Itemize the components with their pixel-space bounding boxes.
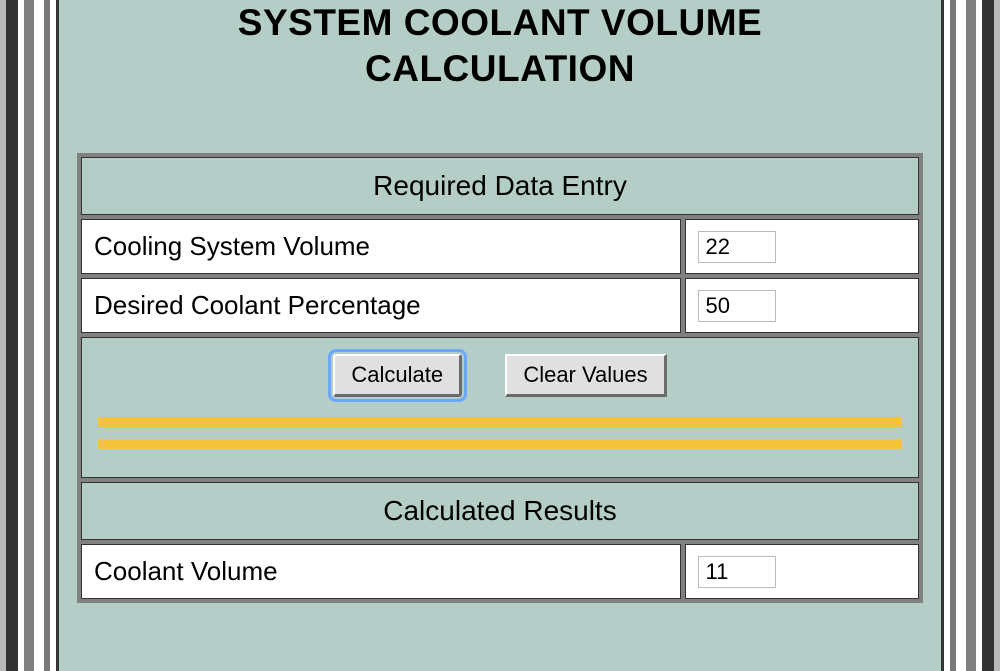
section-header-results: Calculated Results xyxy=(81,482,919,540)
title-line-1: SYSTEM COOLANT VOLUME xyxy=(238,2,762,43)
input-desired-coolant-percentage[interactable] xyxy=(698,290,776,322)
title-line-2: CALCULATION xyxy=(365,48,635,89)
label-cooling-system-volume: Cooling System Volume xyxy=(81,219,681,274)
data-entry-table: Required Data Entry Cooling System Volum… xyxy=(77,153,923,603)
clear-values-button[interactable]: Clear Values xyxy=(505,354,666,397)
calculator-panel: SYSTEM COOLANT VOLUME CALCULATION Requir… xyxy=(56,0,944,671)
output-coolant-volume[interactable] xyxy=(698,556,776,588)
row-coolant-volume: Coolant Volume xyxy=(81,544,919,599)
row-cooling-system-volume: Cooling System Volume xyxy=(81,219,919,274)
row-desired-coolant-percentage: Desired Coolant Percentage xyxy=(81,278,919,333)
label-coolant-volume: Coolant Volume xyxy=(81,544,681,599)
buttons-row: Calculate Clear Values xyxy=(81,337,919,478)
section-header-entry: Required Data Entry xyxy=(81,157,919,215)
app-frame: SYSTEM COOLANT VOLUME CALCULATION Requir… xyxy=(0,0,1000,671)
label-desired-coolant-percentage: Desired Coolant Percentage xyxy=(81,278,681,333)
page-title: SYSTEM COOLANT VOLUME CALCULATION xyxy=(77,0,923,153)
separator-bars xyxy=(94,415,906,453)
calculate-button[interactable]: Calculate xyxy=(333,354,462,397)
input-cooling-system-volume[interactable] xyxy=(698,231,776,263)
